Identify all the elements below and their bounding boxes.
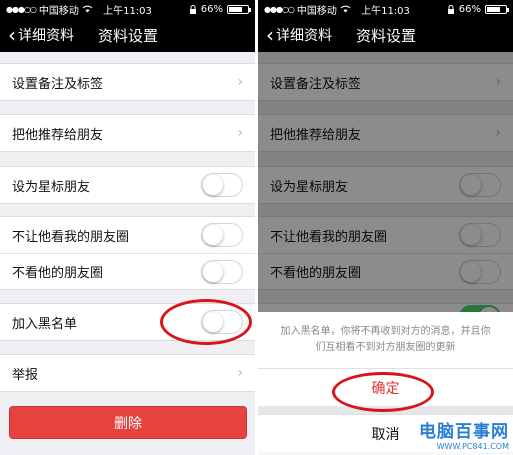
remark-label: 设置备注及标签 (12, 76, 104, 92)
page-title: 资料设置 (355, 26, 417, 45)
star-toggle[interactable] (201, 173, 243, 197)
delete-button[interactable]: 删除 (9, 406, 247, 439)
signal-icon: ●●●○○ (264, 4, 295, 14)
carrier-name: 中国移动 (38, 5, 79, 17)
nav-bar: ‹ 详细资料 资料设置 (0, 18, 255, 52)
signal-icon: ●●●○○ (6, 4, 37, 14)
left-screen: ●●●○○ 中国移动 上午11:03 66% ‹ 详细资料 资料设置 设置备注及… (0, 0, 255, 455)
nav-bar: ‹ 详细资料 资料设置 (258, 18, 513, 52)
hide-my-moments-row: 不让他看我的朋友圈 (0, 217, 255, 253)
back-label: 详细资料 (18, 28, 74, 44)
carrier-name: 中国移动 (296, 5, 337, 17)
status-bar: ●●●○○ 中国移动 上午11:03 66% (0, 0, 255, 18)
watermark-text: 电脑百事网 (419, 422, 509, 442)
back-label: 详细资料 (276, 28, 332, 44)
star-row: 设为星标朋友 (0, 167, 255, 203)
status-time: 上午11:03 (361, 5, 410, 17)
blacklist-label: 加入黑名单 (12, 316, 78, 332)
chevron-right-icon: › (237, 74, 243, 90)
back-button[interactable]: ‹ 详细资料 (0, 25, 74, 45)
back-button[interactable]: ‹ 详细资料 (258, 25, 332, 45)
report-label: 举报 (12, 367, 39, 383)
watermark-url: WWW.PC841.COM (436, 442, 509, 451)
chevron-right-icon: › (237, 365, 243, 381)
right-screen: ●●●○○ 中国移动 上午11:03 66% ‹ 详细资料 资料设置 设置备注及… (258, 0, 513, 455)
recommend-label: 把他推荐给朋友 (12, 127, 104, 143)
battery-percent: 66% (458, 3, 481, 15)
remark-row[interactable]: 设置备注及标签 › (0, 64, 255, 100)
battery-icon (227, 4, 251, 14)
hide-my-moments-label: 不让他看我的朋友圈 (12, 229, 130, 245)
star-group: 设为星标朋友 (0, 166, 255, 204)
hide-my-moments-toggle[interactable] (201, 223, 243, 247)
report-group: 举报 › (0, 354, 255, 392)
battery-percent: 66% (200, 3, 223, 15)
chevron-right-icon: › (237, 125, 243, 141)
watermark-logo: 电脑百事网 WWW.PC841.COM (419, 417, 509, 451)
recommend-row[interactable]: 把他推荐给朋友 › (0, 115, 255, 151)
moments-group: 不让他看我的朋友圈 不看他的朋友圈 (0, 216, 255, 290)
battery-icon (485, 4, 509, 14)
back-chevron-icon: ‹ (266, 23, 274, 47)
action-sheet-message: 加入黑名单，你将不再收到对方的消息，并且你们互相看不到对方朋友圈的更新 (258, 312, 513, 368)
star-label: 设为星标朋友 (12, 179, 91, 195)
hide-his-moments-toggle[interactable] (201, 259, 243, 284)
annotation-circle (332, 372, 434, 412)
hide-his-moments-label: 不看他的朋友圈 (12, 266, 104, 281)
back-chevron-icon: ‹ (8, 23, 16, 47)
wifi-icon (82, 5, 93, 13)
status-bar: ●●●○○ 中国移动 上午11:03 66% (258, 0, 513, 18)
page-title: 资料设置 (97, 26, 159, 45)
annotation-circle (160, 299, 252, 345)
remark-group: 设置备注及标签 › (0, 63, 255, 101)
wifi-icon (340, 5, 351, 13)
lock-icon (447, 4, 454, 14)
status-time: 上午11:03 (103, 5, 152, 17)
lock-icon (189, 4, 196, 14)
hide-his-moments-row: 不看他的朋友圈 (0, 253, 255, 289)
report-row[interactable]: 举报 › (0, 355, 255, 391)
recommend-group: 把他推荐给朋友 › (0, 114, 255, 152)
